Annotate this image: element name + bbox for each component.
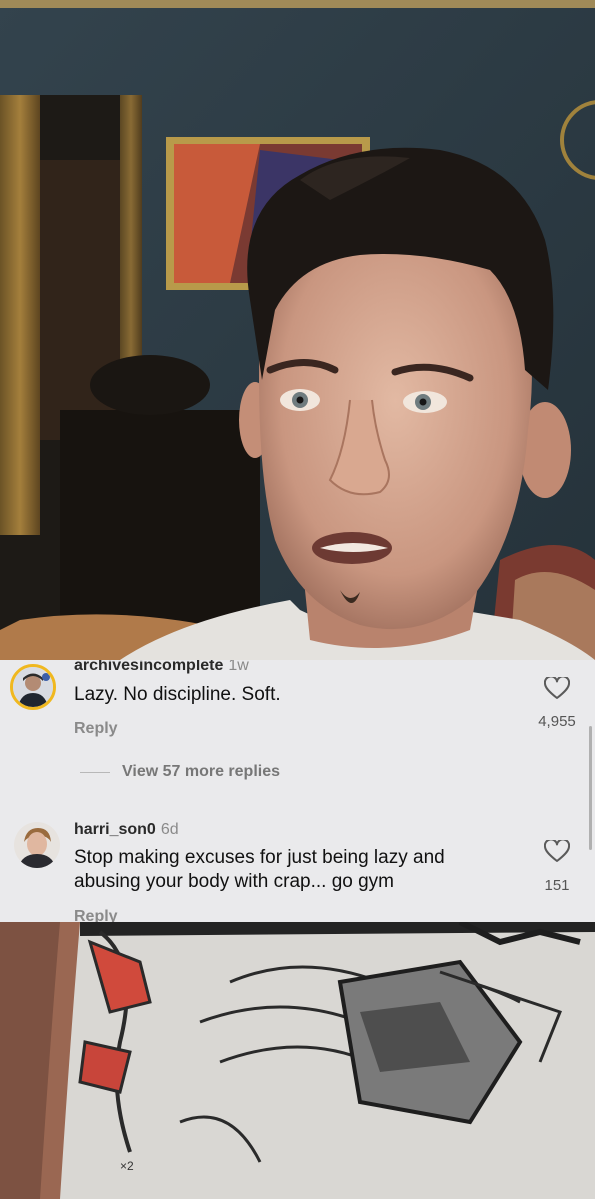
- comment-age: 1w: [228, 660, 249, 674]
- like-count: 4,955: [538, 713, 576, 730]
- avatar[interactable]: [10, 664, 56, 710]
- like-button[interactable]: [542, 675, 572, 703]
- comments-panel: archivesincomplete 1w Lazy. No discipline…: [0, 660, 595, 922]
- avatar[interactable]: [14, 822, 60, 868]
- heart-outline-icon: [544, 677, 570, 699]
- scrollbar[interactable]: [589, 726, 592, 850]
- comment-age: 6d: [160, 821, 179, 838]
- like-button[interactable]: [542, 838, 572, 866]
- comment-item: archivesincomplete 1w Lazy. No discipline…: [0, 660, 595, 800]
- comment-username[interactable]: harri_son0 6d: [74, 821, 179, 839]
- username-text[interactable]: harri_son0: [74, 821, 156, 838]
- username-text[interactable]: archivesincomplete: [74, 660, 223, 674]
- comment-item: harri_son0 6d Stop making excuses for jus…: [0, 820, 595, 922]
- video-scene-bottom: ×2: [0, 922, 595, 1199]
- video-scene-top: [0, 0, 595, 660]
- replies-divider: [80, 771, 110, 773]
- video-frame-top[interactable]: [0, 0, 595, 660]
- view-more-replies-button[interactable]: View 57 more replies: [80, 763, 280, 781]
- reply-button[interactable]: Reply: [74, 720, 118, 738]
- like-count: 151: [544, 877, 570, 894]
- comment-text: Stop making excuses for just being lazy …: [74, 847, 445, 892]
- svg-text:×2: ×2: [120, 1159, 134, 1173]
- comment-text: Lazy. No discipline. Soft.: [74, 684, 281, 705]
- reply-button[interactable]: Reply: [74, 908, 118, 922]
- heart-outline-icon: [544, 840, 570, 862]
- video-frame-bottom[interactable]: ×2: [0, 922, 595, 1199]
- comment-username[interactable]: archivesincomplete 1w: [74, 660, 249, 675]
- view-replies-label[interactable]: View 57 more replies: [122, 763, 280, 781]
